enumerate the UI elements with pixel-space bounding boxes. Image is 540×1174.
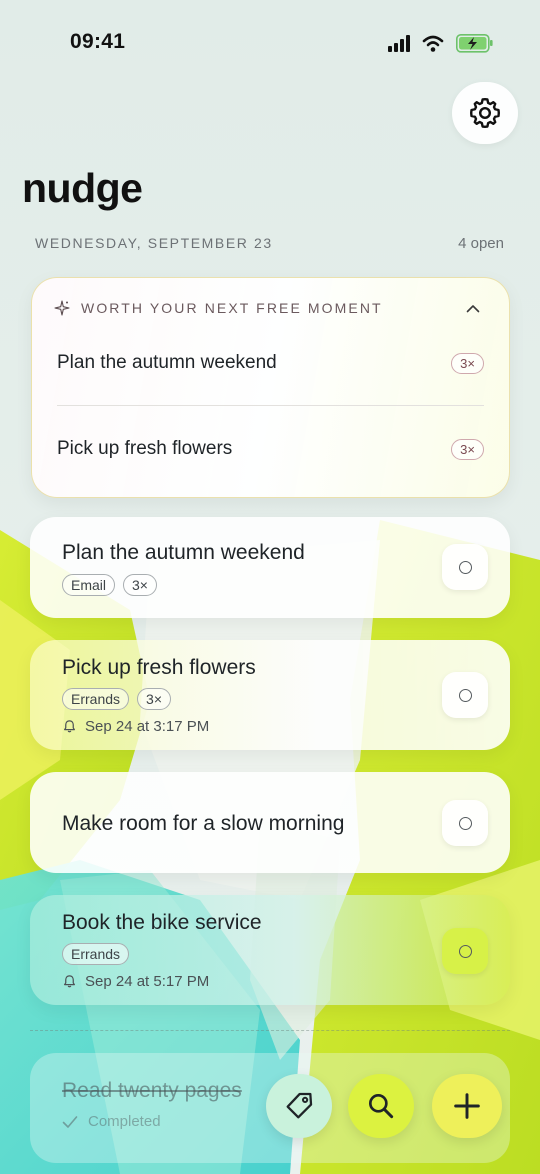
open-count: 4 open xyxy=(458,235,504,252)
divider xyxy=(57,405,484,406)
tag-icon xyxy=(286,1092,313,1119)
completed-status: Completed xyxy=(62,1113,161,1130)
date-label: WEDNESDAY, SEPTEMBER 23 xyxy=(35,235,273,251)
task-tags: Errands 3× xyxy=(62,688,171,710)
complete-toggle[interactable] xyxy=(442,544,488,590)
complete-toggle[interactable] xyxy=(442,800,488,846)
sparkle-icon xyxy=(54,300,70,316)
task-card[interactable]: Pick up fresh flowers Errands 3× Sep 24 … xyxy=(30,640,510,750)
add-task-button[interactable] xyxy=(432,1074,502,1138)
circle-icon xyxy=(458,816,472,830)
bell-icon xyxy=(64,720,75,733)
complete-toggle[interactable] xyxy=(442,928,488,974)
suggestions-heading: WORTH YOUR NEXT FREE MOMENT xyxy=(81,300,383,316)
task-title: Plan the autumn weekend xyxy=(62,541,305,564)
search-icon xyxy=(369,1094,394,1119)
task-tags: Errands xyxy=(62,943,130,965)
complete-toggle[interactable] xyxy=(442,672,488,718)
cellular-signal-icon xyxy=(388,35,410,52)
count-badge: 3× xyxy=(451,438,484,460)
checkmark-icon xyxy=(62,1115,78,1128)
task-reminder: Sep 24 at 5:17 PM xyxy=(62,973,209,990)
completed-status-text: Completed xyxy=(88,1113,161,1130)
task-card[interactable]: Book the bike service Errands Sep 24 at … xyxy=(30,895,510,1005)
wifi-icon xyxy=(422,35,444,52)
count-badge: 3× xyxy=(451,352,484,374)
suggestion-item[interactable]: Plan the autumn weekend 3× xyxy=(57,343,484,383)
collapse-button[interactable] xyxy=(463,299,483,317)
battery-charging-icon xyxy=(456,34,493,53)
task-tags: Email 3× xyxy=(62,574,157,596)
tags-button[interactable] xyxy=(266,1074,332,1138)
suggestion-item[interactable]: Pick up fresh flowers 3× xyxy=(57,429,484,469)
task-reminder: Sep 24 at 3:17 PM xyxy=(62,718,209,735)
app-title: nudge xyxy=(22,165,143,211)
task-card[interactable]: Make room for a slow morning xyxy=(30,772,510,873)
suggestions-card: WORTH YOUR NEXT FREE MOMENT Plan the aut… xyxy=(31,277,510,498)
completed-task-title: Read twenty pages xyxy=(62,1079,242,1102)
circle-icon xyxy=(458,688,472,702)
circle-icon xyxy=(458,560,472,574)
status-icons xyxy=(388,34,493,53)
reminder-text: Sep 24 at 5:17 PM xyxy=(85,973,210,990)
task-title: Book the bike service xyxy=(62,911,262,934)
settings-button[interactable] xyxy=(452,82,518,144)
tag-chip[interactable]: 3× xyxy=(123,574,157,596)
tag-chip[interactable]: Email xyxy=(62,574,116,596)
task-title: Pick up fresh flowers xyxy=(62,656,256,679)
suggestions-header: WORTH YOUR NEXT FREE MOMENT xyxy=(54,300,383,316)
task-card[interactable]: Plan the autumn weekend Email 3× xyxy=(30,517,510,618)
completed-divider xyxy=(30,1030,510,1031)
reminder-text: Sep 24 at 3:17 PM xyxy=(85,718,210,735)
plus-icon xyxy=(454,1093,480,1119)
chevron-up-icon xyxy=(466,304,480,312)
gear-icon xyxy=(470,98,500,128)
tag-chip[interactable]: 3× xyxy=(137,688,171,710)
task-title: Make room for a slow morning xyxy=(62,812,345,835)
circle-icon xyxy=(458,944,472,958)
bell-icon xyxy=(64,975,75,988)
suggestion-title: Pick up fresh flowers xyxy=(57,438,233,459)
tag-chip[interactable]: Errands xyxy=(62,943,130,965)
search-button[interactable] xyxy=(348,1074,414,1138)
suggestion-title: Plan the autumn weekend xyxy=(57,352,277,373)
tag-chip[interactable]: Errands xyxy=(62,688,130,710)
status-time: 09:41 xyxy=(70,30,126,53)
